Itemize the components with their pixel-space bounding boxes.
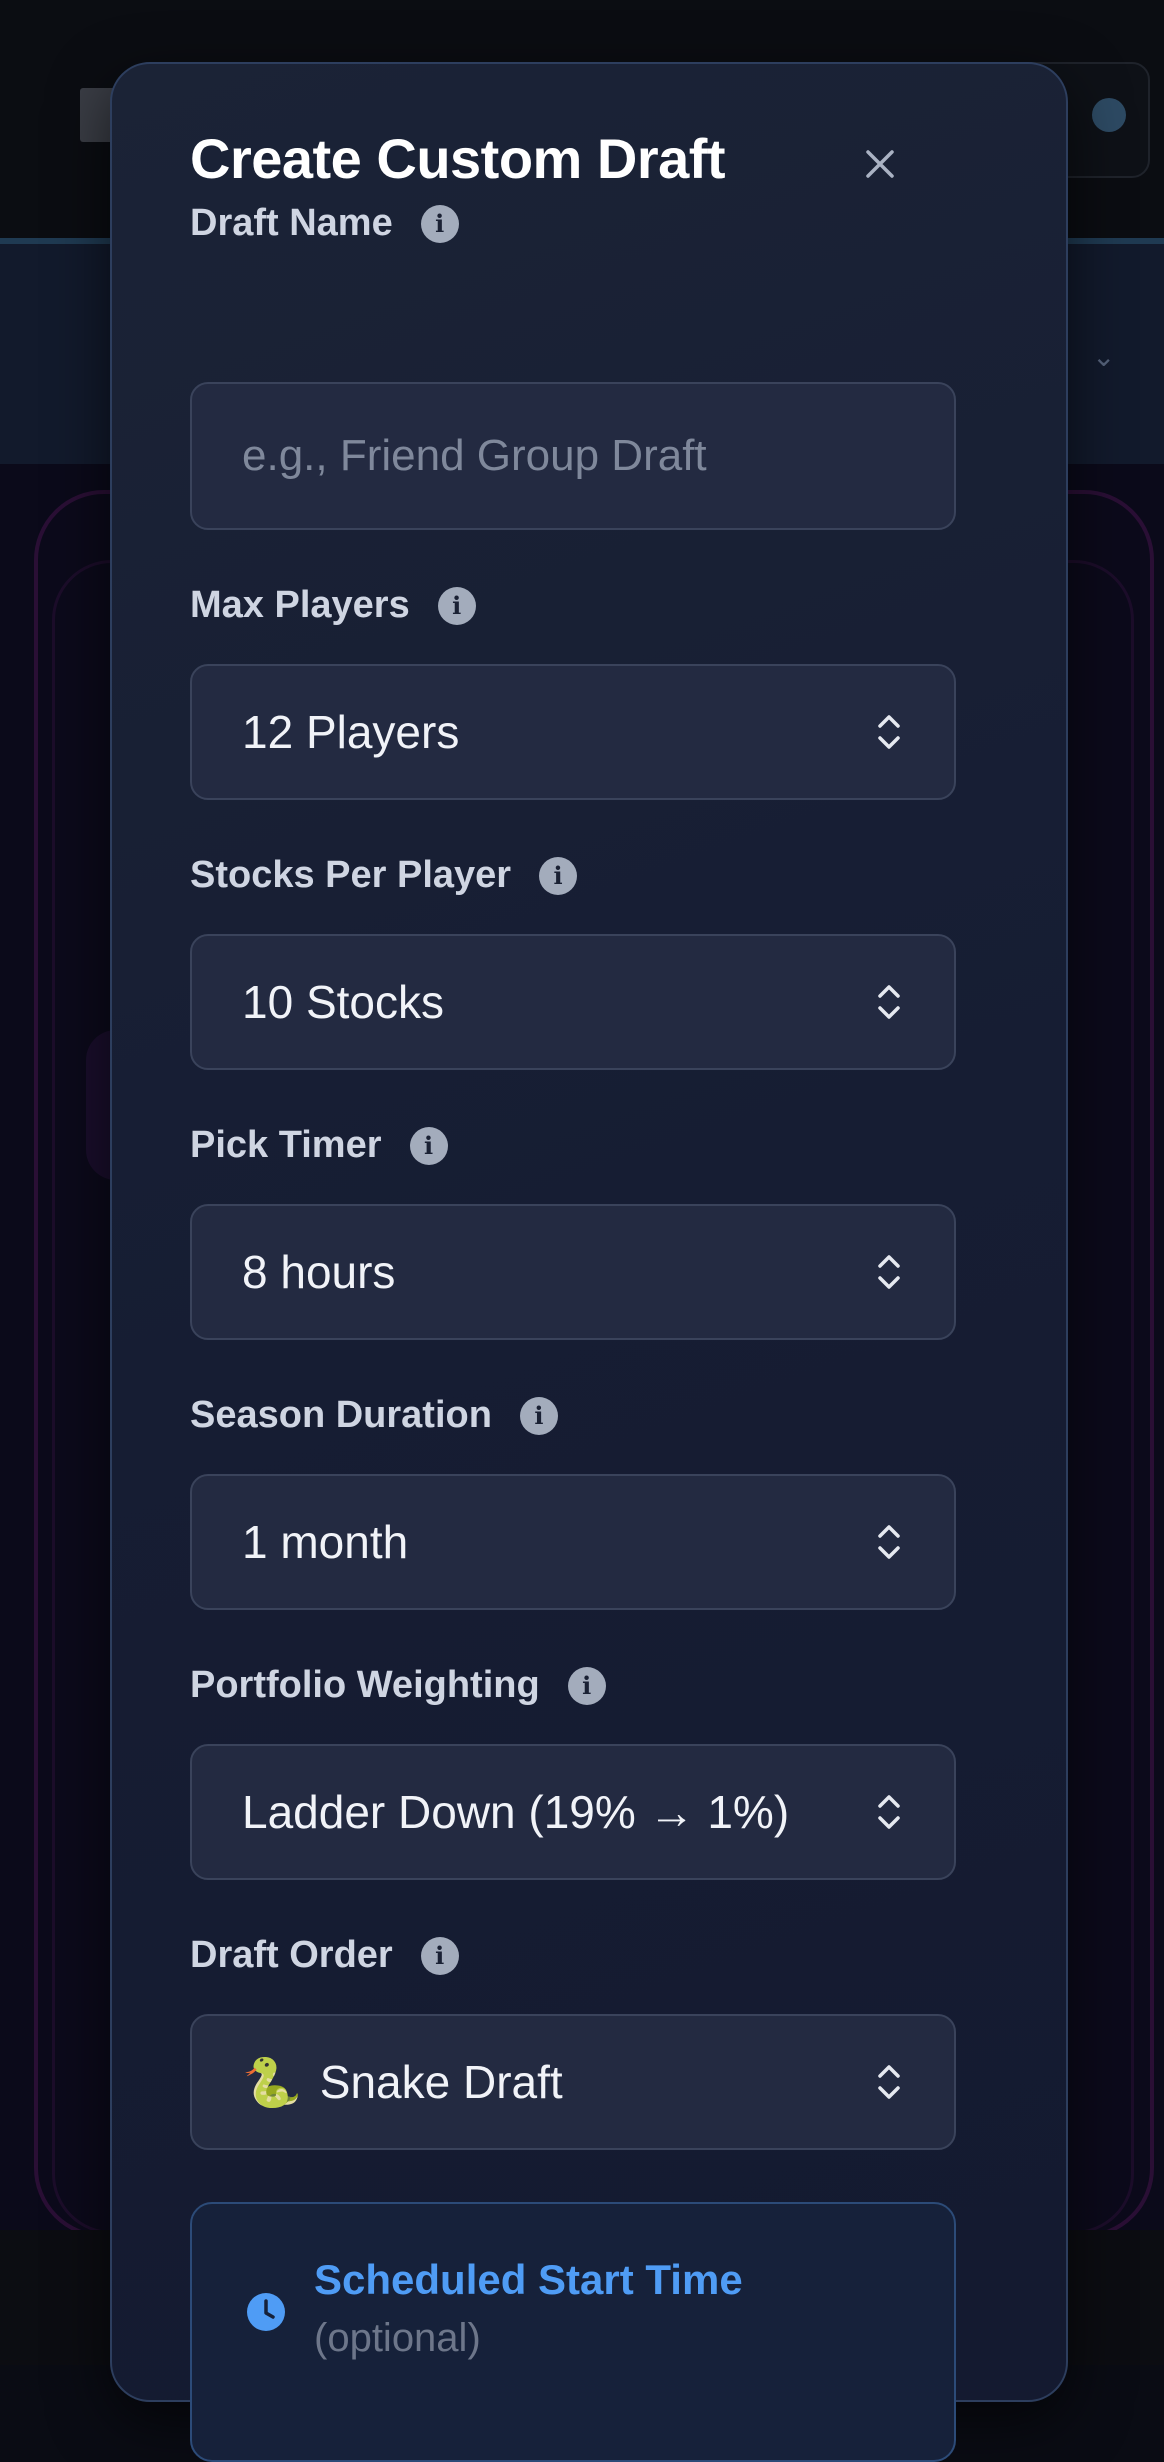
draft-name-input[interactable] (190, 382, 956, 530)
snake-icon: 🐍 (242, 2056, 302, 2110)
pick-timer-select[interactable]: 8 hours (190, 1204, 956, 1340)
draft-order-label: Draft Order i (190, 1934, 459, 1977)
info-icon[interactable]: i (420, 204, 459, 243)
stocks-per-player-value: 10 Stocks (242, 976, 444, 1028)
info-icon[interactable]: i (437, 586, 476, 625)
stocks-per-player-label: Stocks Per Player i (190, 854, 578, 897)
chevron-up-down-icon (874, 1789, 904, 1835)
max-players-label-text: Max Players (190, 584, 410, 626)
season-duration-label-text: Season Duration (190, 1394, 492, 1436)
user-icon (1092, 98, 1126, 132)
draft-name-label-text: Draft Name (190, 202, 393, 244)
stocks-per-player-label-text: Stocks Per Player (190, 854, 512, 896)
scheduled-start-time-title: Scheduled Start Time (314, 2256, 743, 2303)
scheduled-start-time-toggle[interactable]: Scheduled Start Time (optional) (190, 2202, 956, 2462)
chevron-up-down-icon (874, 979, 904, 1025)
draft-order-value: Snake Draft (319, 2056, 563, 2108)
season-duration-select[interactable]: 1 month (190, 1474, 956, 1610)
season-duration-label: Season Duration i (190, 1394, 558, 1437)
scheduled-start-time-subtitle: (optional) (314, 2316, 481, 2360)
clock-icon (247, 2293, 285, 2331)
max-players-value: 12 Players (242, 706, 460, 758)
info-icon[interactable]: i (567, 1666, 606, 1705)
portfolio-weighting-label-text: Portfolio Weighting (190, 1664, 540, 1706)
pick-timer-label-text: Pick Timer (190, 1124, 382, 1166)
modal-title: Create Custom Draft (190, 127, 726, 190)
max-players-label: Max Players i (190, 584, 476, 627)
pick-timer-label: Pick Timer i (190, 1124, 448, 1167)
draft-order-label-text: Draft Order (190, 1934, 393, 1976)
info-icon[interactable]: i (539, 856, 578, 895)
info-icon[interactable]: i (420, 1936, 459, 1975)
chevron-down-icon: ⌄ (1092, 341, 1116, 372)
portfolio-weighting-value: Ladder Down (19% → 1%) (242, 1786, 790, 1838)
close-icon (866, 150, 894, 178)
portfolio-weighting-select[interactable]: Ladder Down (19% → 1%) (190, 1744, 956, 1880)
chevron-up-down-icon (874, 2059, 904, 2105)
pick-timer-value: 8 hours (242, 1246, 396, 1298)
chevron-up-down-icon (874, 709, 904, 755)
info-icon[interactable]: i (409, 1126, 448, 1165)
draft-order-select[interactable]: 🐍 Snake Draft (190, 2014, 956, 2150)
draft-name-label: Draft Name i (190, 202, 459, 245)
info-icon[interactable]: i (519, 1396, 558, 1435)
portfolio-weighting-label: Portfolio Weighting i (190, 1664, 606, 1707)
chevron-up-down-icon (874, 1249, 904, 1295)
max-players-select[interactable]: 12 Players (190, 664, 956, 800)
season-duration-value: 1 month (242, 1516, 409, 1568)
create-draft-modal: Create Custom Draft Draft Name i Max Pla… (110, 62, 1068, 2462)
chevron-up-down-icon (874, 1519, 904, 1565)
stocks-per-player-select[interactable]: 10 Stocks (190, 934, 956, 1070)
close-button[interactable] (852, 136, 908, 192)
